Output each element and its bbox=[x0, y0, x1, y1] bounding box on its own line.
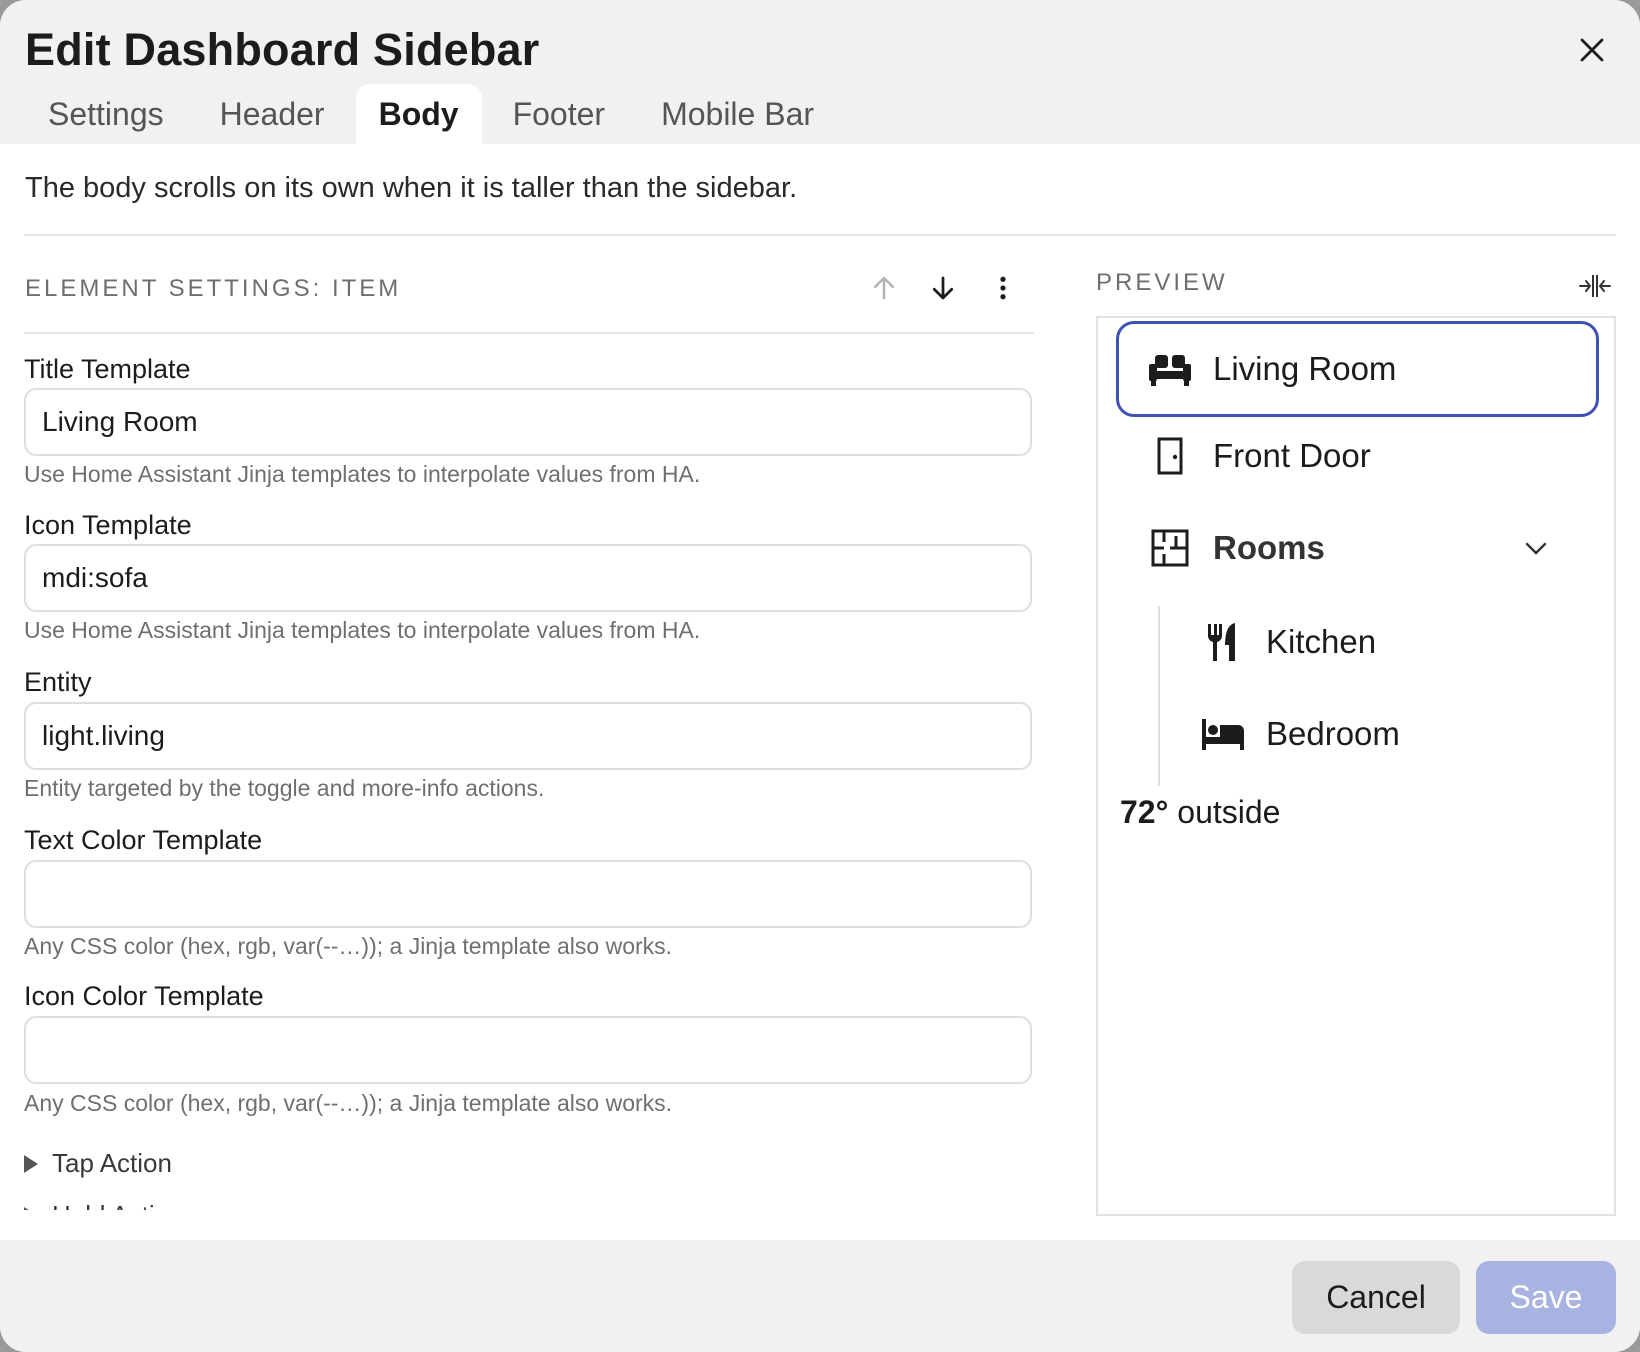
icon-color-template-label: Icon Color Template bbox=[24, 981, 264, 1011]
tab-footer[interactable]: Footer bbox=[490, 84, 628, 144]
entity-label: Entity bbox=[24, 667, 92, 697]
title-template-help: Use Home Assistant Jinja templates to in… bbox=[24, 461, 701, 487]
icon-color-template-help: Any CSS color (hex, rgb, var(--…)); a Ji… bbox=[24, 1090, 673, 1116]
dialog-header: Edit Dashboard Sidebar Settings Header B… bbox=[0, 0, 1640, 144]
text-color-template-input[interactable] bbox=[24, 860, 1032, 928]
hold-action-label: Hold Action bbox=[52, 1200, 184, 1210]
preview-group-label: Rooms bbox=[1213, 529, 1325, 566]
weather-text: outside bbox=[1177, 794, 1281, 830]
close-button[interactable] bbox=[1570, 28, 1614, 72]
entity-help: Entity targeted by the toggle and more-i… bbox=[24, 775, 545, 801]
save-button[interactable]: Save bbox=[1476, 1261, 1616, 1334]
sidebar-preview: Living Room Front Door Rooms Kitchen Bed… bbox=[1096, 316, 1616, 1216]
entity-input[interactable] bbox=[24, 702, 1032, 770]
tab-mobile-bar[interactable]: Mobile Bar bbox=[638, 84, 837, 144]
preview-item-label: Bedroom bbox=[1266, 715, 1400, 752]
preview-label: PREVIEW bbox=[1096, 269, 1228, 296]
divider bbox=[24, 332, 1034, 334]
preview-item-bedroom[interactable]: Bedroom bbox=[1200, 702, 1400, 766]
arrow-down-icon bbox=[932, 276, 954, 300]
hold-action-disclosure[interactable]: Hold Action bbox=[24, 1200, 184, 1210]
preview-item-label: Front Door bbox=[1213, 437, 1371, 474]
disclosure-triangle-icon bbox=[24, 1154, 38, 1173]
tab-header[interactable]: Header bbox=[197, 84, 348, 144]
tab-body[interactable]: Body bbox=[355, 84, 482, 144]
text-color-template-label: Text Color Template bbox=[24, 825, 263, 855]
dialog-title: Edit Dashboard Sidebar bbox=[25, 24, 540, 75]
move-down-button[interactable] bbox=[923, 268, 963, 308]
element-settings-label: ELEMENT SETTINGS: ITEM bbox=[25, 275, 402, 302]
arrow-up-icon bbox=[874, 276, 894, 300]
dots-vertical-icon bbox=[1000, 276, 1006, 300]
more-options-button[interactable] bbox=[983, 268, 1023, 308]
title-template-input[interactable] bbox=[24, 388, 1032, 456]
weather-temperature: 72° bbox=[1120, 794, 1169, 830]
close-icon bbox=[1580, 38, 1604, 62]
tab-bar: Settings Header Body Footer Mobile Bar bbox=[25, 84, 837, 144]
cancel-button[interactable]: Cancel bbox=[1292, 1261, 1460, 1334]
icon-template-input[interactable] bbox=[24, 544, 1032, 612]
divider bbox=[24, 234, 1616, 236]
dialog-footer: Cancel Save bbox=[0, 1240, 1640, 1352]
title-template-label: Title Template bbox=[24, 354, 191, 384]
silverware-icon bbox=[1200, 619, 1246, 665]
group-indent-rule bbox=[1158, 606, 1160, 786]
floor-plan-icon bbox=[1147, 525, 1193, 571]
preview-item-living-room[interactable]: Living Room bbox=[1116, 321, 1599, 417]
sofa-icon bbox=[1147, 346, 1193, 392]
tap-action-disclosure[interactable]: Tap Action bbox=[24, 1148, 172, 1179]
icon-template-help: Use Home Assistant Jinja templates to in… bbox=[24, 617, 701, 643]
tab-settings[interactable]: Settings bbox=[25, 84, 187, 144]
collapse-preview-button[interactable] bbox=[1574, 266, 1616, 306]
element-settings-form[interactable]: Title Template Use Home Assistant Jinja … bbox=[24, 350, 1034, 1210]
preview-item-kitchen[interactable]: Kitchen bbox=[1200, 610, 1376, 674]
preview-item-front-door[interactable]: Front Door bbox=[1147, 424, 1371, 488]
preview-item-label: Living Room bbox=[1213, 350, 1397, 387]
move-up-button[interactable] bbox=[864, 268, 904, 308]
bed-icon bbox=[1200, 711, 1246, 757]
tap-action-label: Tap Action bbox=[52, 1148, 172, 1178]
chevron-down-icon[interactable] bbox=[1523, 536, 1549, 560]
icon-color-template-input[interactable] bbox=[24, 1016, 1032, 1084]
disclosure-triangle-icon bbox=[24, 1206, 38, 1210]
preview-item-label: Kitchen bbox=[1266, 623, 1377, 660]
text-color-template-help: Any CSS color (hex, rgb, var(--…)); a Ji… bbox=[24, 933, 673, 959]
body-intro-text: The body scrolls on its own when it is t… bbox=[25, 172, 798, 204]
edit-sidebar-dialog: Edit Dashboard Sidebar Settings Header B… bbox=[0, 0, 1640, 1352]
collapse-horizontal-icon bbox=[1579, 275, 1611, 297]
preview-group-rooms[interactable]: Rooms bbox=[1147, 516, 1587, 580]
weather-readout: 72° outside bbox=[1120, 794, 1280, 831]
icon-template-label: Icon Template bbox=[24, 510, 192, 540]
door-icon bbox=[1147, 433, 1193, 479]
